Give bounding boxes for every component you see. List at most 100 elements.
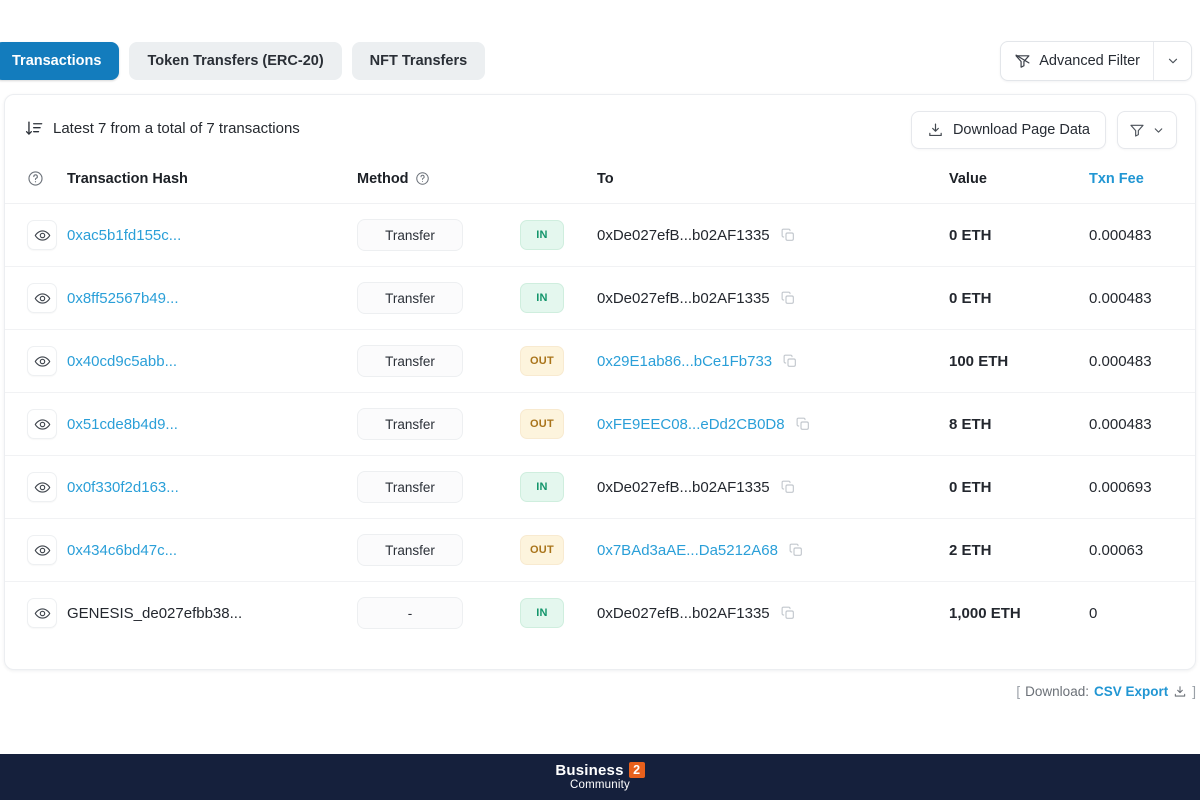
cell-eye <box>5 455 67 519</box>
cell-method: Transfer <box>357 455 520 519</box>
transaction-hash-link[interactable]: 0x434c6bd47c... <box>67 542 177 559</box>
eye-icon[interactable] <box>27 535 57 565</box>
card-header-actions: Download Page Data <box>910 111 1177 149</box>
cell-value: 0 ETH <box>949 455 1089 519</box>
cell-value: 0 ETH <box>949 203 1089 267</box>
method-pill[interactable]: Transfer <box>357 408 463 440</box>
cell-direction: OUT <box>520 392 597 456</box>
table-header-row: Transaction Hash Method To Value Txn Fee <box>5 161 1195 204</box>
method-pill[interactable]: Transfer <box>357 345 463 377</box>
txn-fee-text: 0.000483 <box>1089 289 1152 307</box>
chevron-down-icon <box>1166 54 1180 68</box>
tab-nft-transfers[interactable]: NFT Transfers <box>351 42 486 80</box>
header-txn-fee-label[interactable]: Txn Fee <box>1089 171 1144 187</box>
table-filter-button[interactable] <box>1117 111 1177 149</box>
cell-eye <box>5 582 67 645</box>
cell-direction: IN <box>520 582 597 645</box>
method-pill[interactable]: - <box>357 597 463 630</box>
copy-icon[interactable] <box>780 227 796 243</box>
eye-icon[interactable] <box>27 472 57 502</box>
table-row: 0x8ff52567b49... Transfer IN 0xDe027efB...b… <box>5 266 1195 330</box>
advanced-filter-button[interactable]: Advanced Filter <box>1001 42 1153 80</box>
txn-fee-text: 0 <box>1089 604 1098 622</box>
copy-icon[interactable] <box>788 542 804 558</box>
cell-direction: OUT <box>520 518 597 582</box>
transactions-page: Transactions Token Transfers (ERC-20) NF… <box>0 0 1200 800</box>
logo-two-badge: 2 <box>628 762 645 779</box>
csv-export-link[interactable]: CSV Export <box>1094 684 1168 699</box>
cell-method: Transfer <box>357 203 520 267</box>
cell-txn-fee: 0 <box>1089 582 1195 645</box>
eye-icon[interactable] <box>27 283 57 313</box>
advanced-filter-caret[interactable] <box>1153 42 1191 80</box>
transactions-card: Latest 7 from a total of 7 transactions … <box>4 94 1196 670</box>
method-pill[interactable]: Transfer <box>357 282 463 314</box>
txn-fee-text: 0.000483 <box>1089 415 1152 433</box>
tab-transactions[interactable]: Transactions <box>0 42 120 80</box>
question-circle-icon[interactable] <box>415 171 430 186</box>
direction-badge: IN <box>520 598 564 629</box>
eye-icon[interactable] <box>27 598 57 629</box>
download-icon[interactable] <box>1173 685 1187 699</box>
method-pill[interactable]: Transfer <box>357 471 463 503</box>
copy-icon[interactable] <box>795 416 811 432</box>
to-address-link[interactable]: 0x29E1ab86...bCe1Fb733 <box>597 353 772 370</box>
tab-list: Transactions Token Transfers (ERC-20) NF… <box>0 42 486 80</box>
transaction-hash-link[interactable]: 0x40cd9c5abb... <box>67 353 177 370</box>
cell-txn-fee: 0.000483 <box>1089 392 1195 456</box>
advanced-filter-group: Advanced Filter <box>1000 41 1192 81</box>
value-text: 8 ETH <box>949 415 992 433</box>
eye-icon[interactable] <box>27 409 57 439</box>
transaction-hash-link[interactable]: 0xac5b1fd155c... <box>67 227 181 244</box>
header-direction <box>520 161 597 204</box>
to-address-link[interactable]: 0xFE9EEC08...eDd2CB0D8 <box>597 416 785 433</box>
copy-icon[interactable] <box>780 479 796 495</box>
transaction-hash-link[interactable]: 0x0f330f2d163... <box>67 479 179 496</box>
chevron-down-icon <box>1152 124 1165 137</box>
advanced-filter-label: Advanced Filter <box>1039 53 1140 69</box>
copy-icon[interactable] <box>780 605 796 621</box>
to-address-link[interactable]: 0x7BAd3aAE...Da5212A68 <box>597 542 778 559</box>
direction-badge: IN <box>520 220 564 250</box>
to-address-link: 0xDe027efB...b02AF1335 <box>597 478 770 496</box>
copy-icon[interactable] <box>780 290 796 306</box>
eye-icon[interactable] <box>27 220 57 250</box>
transaction-hash-link[interactable]: 0x8ff52567b49... <box>67 290 179 307</box>
summary-text: Latest 7 from a total of 7 transactions <box>53 119 300 137</box>
download-page-data-button[interactable]: Download Page Data <box>910 111 1106 149</box>
header-transaction-hash[interactable]: Transaction Hash <box>67 161 357 204</box>
header-value[interactable]: Value <box>949 161 1089 204</box>
bracket-close: ] <box>1192 684 1196 699</box>
direction-badge: IN <box>520 472 564 502</box>
eye-icon[interactable] <box>27 346 57 376</box>
transactions-table: Transaction Hash Method To Value Txn Fee… <box>5 161 1195 645</box>
tab-token-transfers[interactable]: Token Transfers (ERC-20) <box>129 42 342 80</box>
cell-to: 0xDe027efB...b02AF1335 <box>597 582 949 645</box>
value-text: 100 ETH <box>949 352 1009 370</box>
csv-download-line: [ Download: CSV Export ] <box>1016 684 1196 699</box>
transaction-hash-link[interactable]: 0x51cde8b4d9... <box>67 416 178 433</box>
method-pill[interactable]: Transfer <box>357 534 463 566</box>
business2community-logo[interactable]: Business 2 Community <box>555 762 645 792</box>
value-text: 0 ETH <box>949 289 992 307</box>
table-row: 0xac5b1fd155c... Transfer IN 0xDe027efB...b… <box>5 203 1195 267</box>
value-text: 2 ETH <box>949 541 992 559</box>
cell-to: 0xFE9EEC08...eDd2CB0D8 <box>597 392 949 456</box>
table-row: GENESIS_de027efbb38... - IN 0xDe027efB...b0… <box>5 582 1195 645</box>
cell-transaction-hash: 0xac5b1fd155c... <box>67 203 357 267</box>
logo-subtitle: Community <box>570 779 630 792</box>
question-circle-icon[interactable] <box>27 170 67 187</box>
header-txn-fee[interactable]: Txn Fee <box>1089 161 1195 204</box>
cell-value: 100 ETH <box>949 329 1089 393</box>
bracket-open: [ <box>1016 684 1021 699</box>
cell-txn-fee: 0.000483 <box>1089 203 1195 267</box>
direction-badge: IN <box>520 283 564 313</box>
download-icon <box>927 122 944 139</box>
header-to[interactable]: To <box>597 161 949 204</box>
filter-off-icon <box>1014 53 1031 70</box>
cell-direction: IN <box>520 203 597 267</box>
cell-value: 8 ETH <box>949 392 1089 456</box>
header-eye <box>5 161 67 204</box>
method-pill[interactable]: Transfer <box>357 219 463 251</box>
copy-icon[interactable] <box>782 353 798 369</box>
